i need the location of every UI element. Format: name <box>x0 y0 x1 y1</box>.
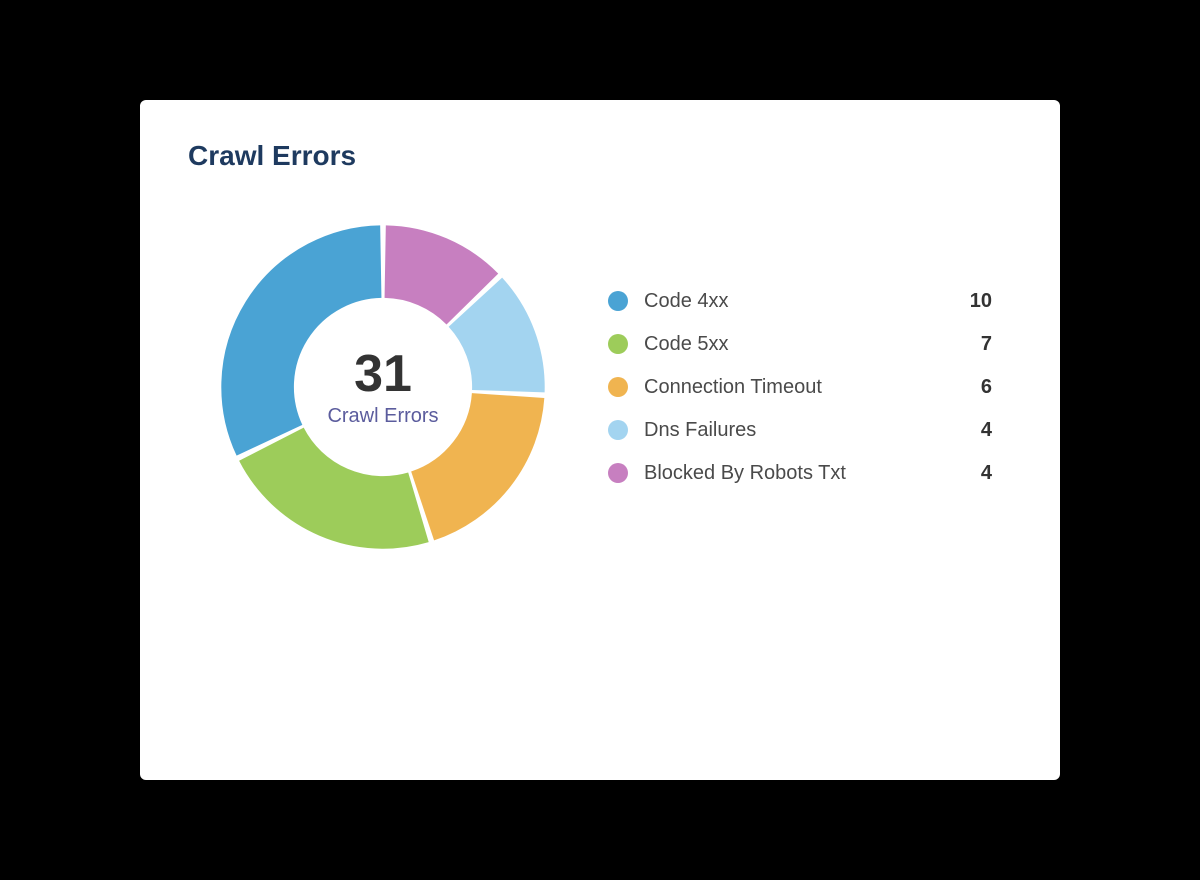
card-content: 31 Crawl Errors Code 4xx 10 Code 5xx 7 C… <box>188 222 1012 552</box>
donut-total: 31 <box>327 346 438 403</box>
legend: Code 4xx 10 Code 5xx 7 Connection Timeou… <box>608 290 1012 485</box>
donut-slice <box>475 302 508 391</box>
legend-value: 4 <box>962 419 992 442</box>
legend-label: Code 5xx <box>644 333 946 356</box>
legend-label: Code 4xx <box>644 290 946 313</box>
legend-label: Dns Failures <box>644 419 946 442</box>
legend-value: 6 <box>962 376 992 399</box>
swatch-icon <box>608 420 628 440</box>
legend-row-code-4xx: Code 4xx 10 <box>608 290 992 313</box>
legend-row-blocked-by-robots: Blocked By Robots Txt 4 <box>608 462 992 485</box>
donut-chart: 31 Crawl Errors <box>218 222 548 552</box>
swatch-icon <box>608 334 628 354</box>
donut-slice <box>385 262 472 299</box>
legend-value: 10 <box>962 290 992 313</box>
swatch-icon <box>608 377 628 397</box>
swatch-icon <box>608 463 628 483</box>
legend-row-code-5xx: Code 5xx 7 <box>608 333 992 356</box>
swatch-icon <box>608 291 628 311</box>
legend-value: 4 <box>962 462 992 485</box>
legend-row-dns-failures: Dns Failures 4 <box>608 419 992 442</box>
donut-center: 31 Crawl Errors <box>327 346 438 428</box>
legend-row-connection-timeout: Connection Timeout 6 <box>608 376 992 399</box>
legend-label: Connection Timeout <box>644 376 946 399</box>
legend-label: Blocked By Robots Txt <box>644 462 946 485</box>
crawl-errors-card: Crawl Errors 31 Crawl Errors Code 4xx 10… <box>140 100 1060 780</box>
donut-slice <box>271 444 418 512</box>
donut-center-label: Crawl Errors <box>327 405 438 428</box>
legend-value: 7 <box>962 333 992 356</box>
card-title: Crawl Errors <box>188 140 1012 172</box>
